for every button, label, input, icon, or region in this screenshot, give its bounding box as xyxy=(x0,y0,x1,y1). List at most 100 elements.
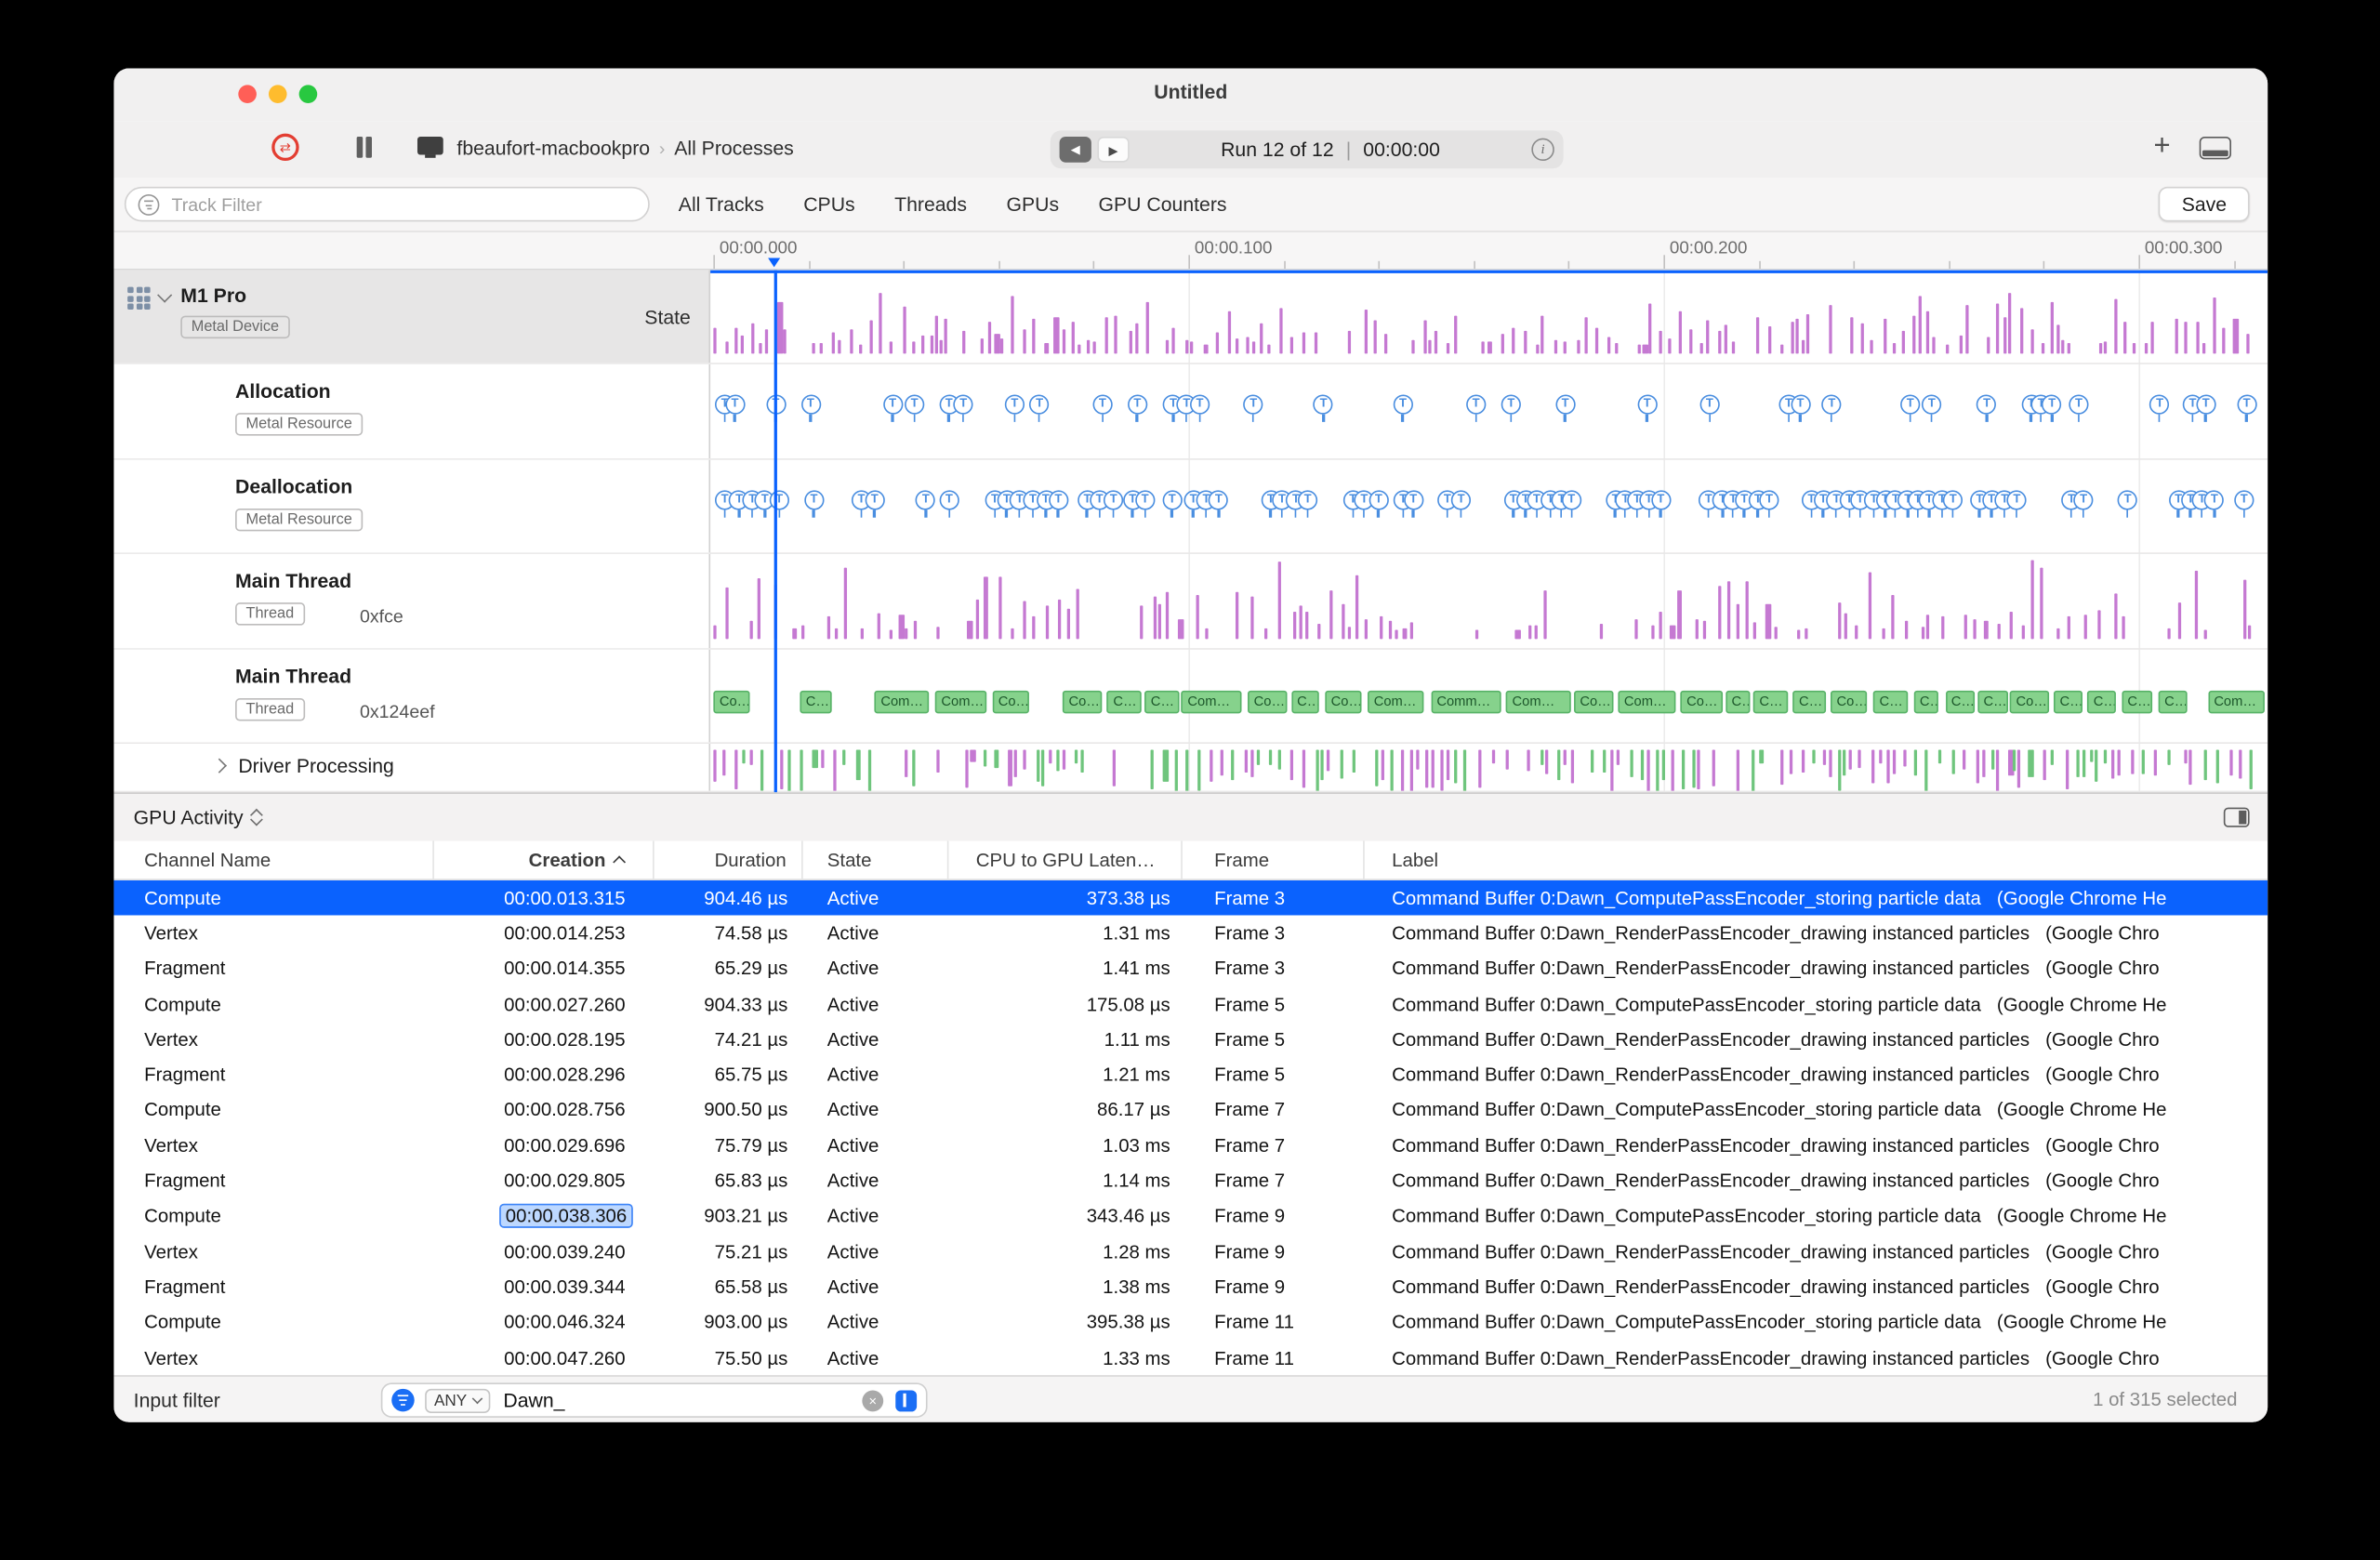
table-row[interactable]: Compute 00:00.013.315 904.46 µs Active 373.3… xyxy=(113,879,2268,916)
command-buffer-segment[interactable]: Com… xyxy=(2207,690,2265,714)
filter-active-icon[interactable] xyxy=(391,1388,415,1412)
command-buffer-segment[interactable]: C… xyxy=(2121,690,2152,714)
track-lane-m1-pro[interactable] xyxy=(710,271,2268,364)
command-buffer-segment[interactable]: Co… xyxy=(1831,690,1868,714)
inspector-toggle-icon[interactable] xyxy=(2223,807,2250,827)
command-buffer-segment[interactable]: C… xyxy=(1725,690,1751,714)
command-buffer-segment[interactable]: Co… xyxy=(1248,690,1287,714)
track-filter-field[interactable] xyxy=(124,186,650,222)
input-filter-field[interactable]: ANY Dawn_ × xyxy=(380,1382,928,1418)
next-run-button[interactable]: ▶ xyxy=(1097,136,1130,163)
breadcrumb[interactable]: fbeaufort-macbookpro › All Processes xyxy=(456,137,793,159)
command-buffer-segment[interactable]: C… xyxy=(1106,690,1143,714)
table-row[interactable]: Vertex 00:00.029.696 75.79 µs Active 1.03 ms… xyxy=(113,1128,2268,1163)
command-buffer-segment[interactable]: C… xyxy=(1290,690,1319,714)
track-sidebar-allocation[interactable]: Allocation Metal Resource xyxy=(113,364,711,459)
table-row[interactable]: Fragment 00:00.028.296 65.75 µs Active 1.21 … xyxy=(113,1057,2268,1092)
track-lane-main-thread-0x124eef[interactable]: Co… C… Com… Com… Co… Co… C… C… Com… Co… C… Co… Com… C… xyxy=(710,650,2268,743)
track-filter-input[interactable] xyxy=(168,192,637,217)
record-icon[interactable]: ⇄ xyxy=(271,133,299,162)
tab-cpus[interactable]: CPUs xyxy=(803,192,854,215)
table-row[interactable]: Fragment 00:00.029.805 65.83 µs Active 1.14 … xyxy=(113,1163,2268,1198)
tab-all-tracks[interactable]: All Tracks xyxy=(679,192,764,215)
marker-glyph: T xyxy=(2073,490,2094,510)
filter-token-icon[interactable] xyxy=(895,1389,918,1411)
track-lane-deallocation[interactable]: TTTTTTTTTTTTTTTTTTTTTTTTTTTTTTTTTTTTTTTT… xyxy=(710,460,2268,553)
bottom-panel-toggle-icon[interactable] xyxy=(2199,136,2231,160)
tab-threads[interactable]: Threads xyxy=(894,192,967,215)
clear-filter-icon[interactable]: × xyxy=(862,1389,884,1411)
command-buffer-segment[interactable]: C… xyxy=(800,690,832,714)
track-sidebar-main-thread-0x124eef[interactable]: Main Thread Thread 0x124eef xyxy=(113,649,711,743)
detail-view-selector[interactable]: GPU Activity xyxy=(134,806,264,828)
command-buffer-segment[interactable]: Com… xyxy=(1368,690,1424,714)
add-instrument-button[interactable]: + xyxy=(2154,130,2171,164)
command-buffer-segment[interactable]: C… xyxy=(2087,690,2117,714)
track-sidebar-m1-pro[interactable]: M1 Pro Metal Device State xyxy=(113,270,711,364)
command-buffer-segment[interactable]: C… xyxy=(2053,690,2083,714)
command-buffer-segment[interactable]: Co… xyxy=(992,690,1029,714)
previous-run-button[interactable]: ◀ xyxy=(1059,136,1091,163)
track-lane-main-thread-0xfce[interactable] xyxy=(710,554,2268,648)
table-row[interactable]: Vertex 00:00.014.253 74.58 µs Active 1.31 ms… xyxy=(113,916,2268,951)
command-buffer-segment[interactable]: Com… xyxy=(1181,690,1242,714)
column-header-state[interactable]: State xyxy=(803,840,949,879)
command-buffer-segment[interactable]: Com… xyxy=(1506,690,1572,714)
column-header-cpu-to-gpu-laten[interactable]: CPU to GPU Laten… xyxy=(948,840,1183,879)
breadcrumb-device[interactable]: fbeaufort-macbookpro xyxy=(456,137,650,159)
command-buffer-segment[interactable]: Com… xyxy=(1618,690,1676,714)
breadcrumb-scope[interactable]: All Processes xyxy=(674,137,794,159)
tab-gpus[interactable]: GPUs xyxy=(1006,192,1059,215)
command-buffer-segment[interactable]: C… xyxy=(1792,690,1827,714)
table-row[interactable]: Fragment 00:00.039.344 65.58 µs Active 1.38 … xyxy=(113,1269,2268,1304)
track-sidebar-main-thread-0xfce[interactable]: Main Thread Thread 0xfce xyxy=(113,553,711,649)
command-buffer-segment[interactable]: Co… xyxy=(1573,690,1614,714)
command-buffer-segment[interactable]: C… xyxy=(1913,690,1939,714)
timeline-ruler[interactable]: 00:00.000 00:00.100 00:00.200 00:00.300 xyxy=(113,231,2268,271)
column-header-label[interactable]: Label xyxy=(1365,840,2268,879)
command-buffer-segment[interactable]: Comm… xyxy=(1430,690,1501,714)
chevron-down-icon[interactable] xyxy=(157,287,173,303)
command-buffer-segment[interactable]: Com… xyxy=(934,690,987,714)
pause-icon[interactable] xyxy=(353,136,375,158)
track-sidebar-deallocation[interactable]: Deallocation Metal Resource xyxy=(113,459,711,553)
command-buffer-segment[interactable]: Com… xyxy=(874,690,929,714)
track-lane-driver-processing[interactable] xyxy=(710,744,2268,791)
command-buffer-segment[interactable]: Co… xyxy=(1325,690,1362,714)
column-header-creation[interactable]: Creation xyxy=(434,840,654,879)
command-buffer-segment[interactable]: C… xyxy=(1144,690,1179,714)
table-row[interactable]: Fragment 00:00.014.355 65.29 µs Active 1.41 … xyxy=(113,951,2268,986)
driver-activity-bar xyxy=(1564,749,1567,766)
table-row[interactable]: Compute 00:00.046.324 903.00 µs Active 395.3… xyxy=(113,1304,2268,1340)
playhead-line[interactable] xyxy=(774,270,777,793)
table-row[interactable]: Compute 00:00.038.306 903.21 µs Active 343.4… xyxy=(113,1198,2268,1234)
table-row[interactable]: Vertex 00:00.039.240 75.21 µs Active 1.28 ms… xyxy=(113,1234,2268,1269)
track-lane-allocation[interactable]: TTTTTTTTTTTTTTTTTTTTTTTTTTTTTTTTTTTTT xyxy=(710,364,2268,458)
tab-gpu-counters[interactable]: GPU Counters xyxy=(1099,192,1227,215)
command-buffer-segment[interactable]: C… xyxy=(2158,690,2188,714)
command-buffer-segment[interactable]: C… xyxy=(1945,690,1975,714)
column-header-channel-name[interactable]: Channel Name xyxy=(113,840,434,879)
chevron-right-icon[interactable] xyxy=(211,758,227,773)
table-row[interactable]: Vertex 00:00.047.260 75.50 µs Active 1.33 ms… xyxy=(113,1340,2268,1375)
command-buffer-segment[interactable]: Co… xyxy=(713,690,750,714)
table-row[interactable]: Compute 00:00.027.260 904.33 µs Active 175.0… xyxy=(113,986,2268,1022)
command-buffer-segment[interactable]: C… xyxy=(1752,690,1790,714)
playhead-marker-icon[interactable] xyxy=(768,258,781,268)
command-buffer-segment[interactable]: C… xyxy=(1872,690,1909,714)
table-row[interactable]: Vertex 00:00.028.195 74.21 µs Active 1.11 ms… xyxy=(113,1022,2268,1057)
filter-value-text[interactable]: Dawn_ xyxy=(503,1389,862,1411)
column-header-frame[interactable]: Frame xyxy=(1183,840,1365,879)
table-row[interactable]: Compute 00:00.028.756 900.50 µs Active 86.17… xyxy=(113,1092,2268,1128)
marker-stem xyxy=(1708,414,1711,422)
cell-state: Active xyxy=(826,1276,879,1298)
command-buffer-segment[interactable]: Co… xyxy=(1062,690,1102,714)
command-buffer-segment[interactable]: C… xyxy=(1977,690,2008,714)
info-icon[interactable]: i xyxy=(1531,138,1554,162)
track-sidebar-driver-processing[interactable]: Driver Processing xyxy=(113,743,711,791)
command-buffer-segment[interactable]: Co… xyxy=(2009,690,2049,714)
column-header-duration[interactable]: Duration xyxy=(654,840,803,879)
save-button[interactable]: Save xyxy=(2159,186,2250,222)
match-mode-dropdown[interactable]: ANY xyxy=(425,1388,490,1413)
command-buffer-segment[interactable]: Co… xyxy=(1680,690,1723,714)
